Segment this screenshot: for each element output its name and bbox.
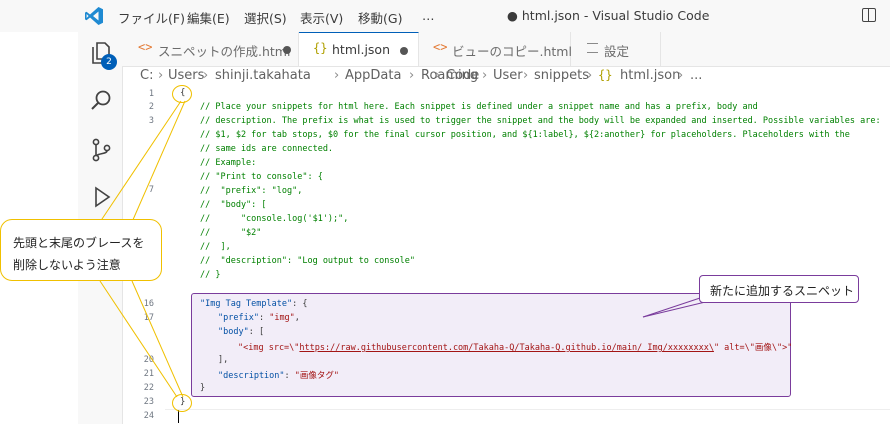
callout-pointer-lines [99, 100, 723, 398]
close-brace-highlight [172, 394, 192, 412]
open-brace-highlight [172, 85, 192, 103]
new-snippet-callout: 新たに追加するスニペット [699, 275, 859, 303]
callout-text: 先頭と末尾のブレースを [13, 236, 145, 250]
callout-text: 新たに追加するスニペット [710, 284, 855, 298]
callout-text: 削除しないよう注意 [13, 258, 121, 272]
brace-warning-callout: 先頭と末尾のブレースを 削除しないよう注意 [0, 219, 162, 281]
